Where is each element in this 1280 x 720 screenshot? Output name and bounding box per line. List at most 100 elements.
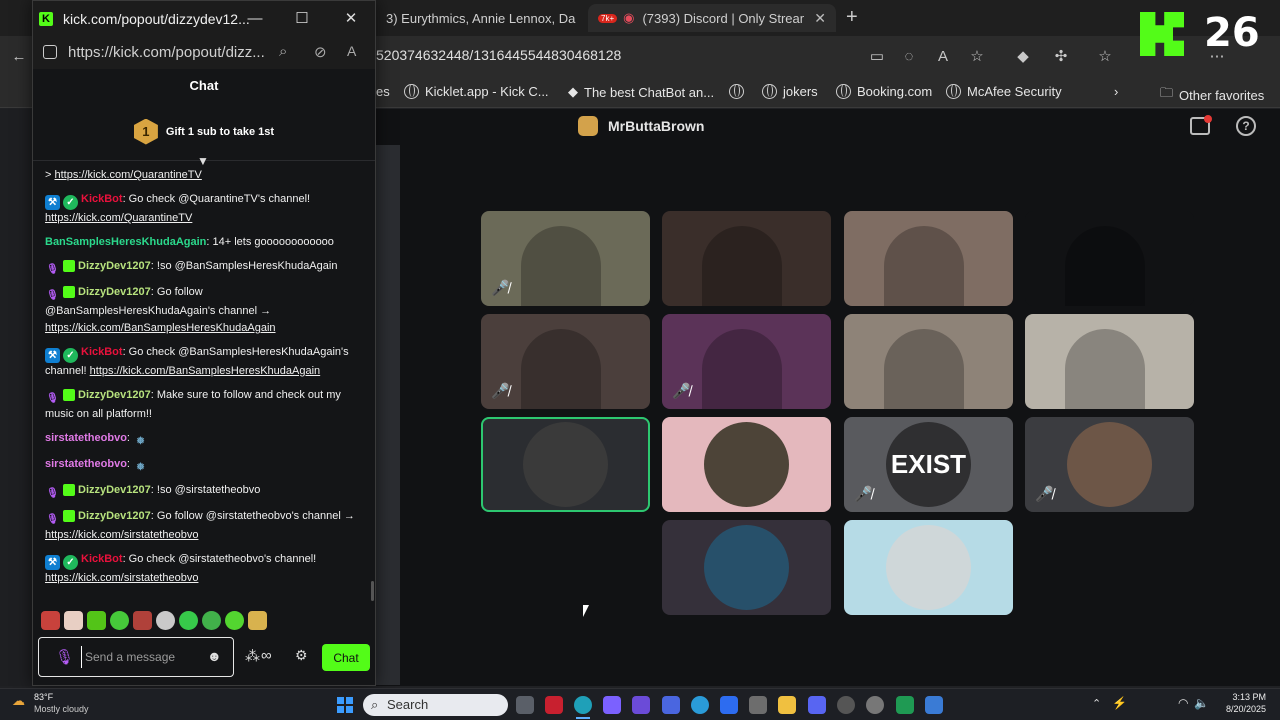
emote[interactable]: [225, 611, 244, 630]
zoom-app-icon[interactable]: [720, 696, 738, 714]
chat-link[interactable]: https://kick.com/QuarantineTV: [54, 169, 201, 181]
chat-username[interactable]: KickBot: [81, 193, 123, 205]
participant-tile[interactable]: 🎤̸: [481, 211, 650, 306]
chat-username[interactable]: KickBot: [81, 553, 123, 565]
favorite-star-icon[interactable]: ☆: [968, 48, 986, 66]
tracking-icon[interactable]: ◌: [900, 48, 918, 66]
emote[interactable]: [41, 611, 60, 630]
chat-link[interactable]: https://kick.com/BanSamplesHeresKhudaAga…: [45, 322, 276, 334]
chat-username[interactable]: DizzyDev1207: [78, 510, 151, 522]
bookmark-jokers[interactable]: jokers: [762, 84, 818, 99]
volume-icon[interactable]: 🔈: [1194, 696, 1209, 710]
participant-tile[interactable]: [1025, 211, 1194, 306]
address-url[interactable]: 520374632448/1316445544830468128: [376, 47, 621, 63]
participant-tile[interactable]: 🎤̸: [1025, 417, 1194, 512]
bookmark-globe[interactable]: [729, 84, 744, 99]
chat-username[interactable]: DizzyDev1207: [78, 389, 151, 401]
bookmark-es[interactable]: es: [376, 84, 390, 99]
app-icon[interactable]: [691, 696, 709, 714]
weather-icon[interactable]: ☁: [12, 693, 30, 708]
participant-tile[interactable]: 🎤̸: [481, 314, 650, 409]
infinity-icon[interactable]: ∞: [261, 647, 272, 664]
file-explorer-icon[interactable]: [778, 696, 796, 714]
taskbar-search[interactable]: ⌕ Search: [363, 694, 508, 716]
app-icon[interactable]: [632, 696, 650, 714]
app-icon[interactable]: [662, 696, 680, 714]
close-icon[interactable]: ✕: [814, 10, 826, 27]
network-icon[interactable]: ⚡: [1112, 696, 1127, 710]
chevron-right-icon[interactable]: ›: [1114, 84, 1118, 99]
participant-tile[interactable]: [662, 211, 831, 306]
zoom-icon[interactable]: ⌕: [279, 43, 287, 60]
edge-icon[interactable]: [574, 696, 592, 714]
participant-tile[interactable]: [481, 417, 650, 512]
read-aloud-icon[interactable]: A: [347, 43, 356, 59]
tab-eurythmics[interactable]: 3) Eurythmics, Annie Lennox, Da ✕: [376, 4, 582, 32]
tracking-prevention-icon[interactable]: ⊘: [314, 43, 327, 61]
chat-link[interactable]: https://kick.com/sirstatetheobvo: [45, 572, 198, 584]
help-icon[interactable]: ?: [1236, 116, 1256, 136]
emote[interactable]: [87, 611, 106, 630]
chat-scrollbar[interactable]: [371, 581, 374, 601]
tab-discord[interactable]: 7k+ ◉ (7393) Discord | Only Stream ✕: [588, 4, 836, 32]
participant-tile[interactable]: [844, 211, 1013, 306]
chat-username[interactable]: DizzyDev1207: [78, 484, 151, 496]
popout-url[interactable]: https://kick.com/popout/dizz...: [68, 44, 265, 61]
emoji-icon[interactable]: ☻: [207, 648, 222, 664]
bookmark-mcafee[interactable]: McAfee Security: [946, 84, 1062, 99]
read-aloud-icon[interactable]: A: [934, 48, 952, 66]
kick-points-icon[interactable]: ⁂: [245, 647, 260, 665]
weather-temp[interactable]: 83°F: [34, 692, 53, 702]
emote[interactable]: [156, 611, 175, 630]
participant-tile[interactable]: [662, 520, 831, 615]
chat-link[interactable]: https://kick.com/QuarantineTV: [45, 212, 192, 224]
chevron-up-icon[interactable]: ⌃: [1092, 697, 1101, 710]
emote[interactable]: [64, 611, 83, 630]
minimize-icon[interactable]: —: [245, 9, 265, 29]
settings-gear-icon[interactable]: ⚙: [295, 647, 308, 664]
clock-time[interactable]: 3:13 PM: [1226, 692, 1266, 702]
mcafee-icon[interactable]: [545, 696, 563, 714]
chat-username[interactable]: DizzyDev1207: [78, 286, 151, 298]
participant-tile[interactable]: EXIST 🎤̸: [844, 417, 1013, 512]
store-icon[interactable]: [749, 696, 767, 714]
camera-icon[interactable]: ▭: [868, 48, 886, 66]
close-icon[interactable]: ✕: [341, 9, 361, 29]
emote[interactable]: [179, 611, 198, 630]
participant-tile[interactable]: 🎤̸: [662, 314, 831, 409]
app-icon[interactable]: [896, 696, 914, 714]
send-chat-button[interactable]: Chat: [322, 644, 370, 671]
settings-icon[interactable]: [866, 696, 884, 714]
other-favorites[interactable]: 🗀 Other favorites: [1160, 84, 1264, 106]
emote[interactable]: [110, 611, 129, 630]
back-icon[interactable]: ←: [10, 48, 28, 66]
chat-username[interactable]: BanSamplesHeresKhudaAgain: [45, 236, 206, 248]
favorites-icon[interactable]: ☆: [1096, 48, 1114, 66]
emote[interactable]: [248, 611, 267, 630]
participant-tile[interactable]: [844, 314, 1013, 409]
app-icon[interactable]: [925, 696, 943, 714]
chat-input-box[interactable]: 🎙 ☻: [38, 637, 234, 677]
extension-diamond-icon[interactable]: ◆: [1014, 48, 1032, 66]
chat-username[interactable]: sirstatetheobvo: [45, 458, 127, 470]
task-view-icon[interactable]: [516, 696, 534, 714]
start-button[interactable]: [337, 697, 353, 713]
bookmark-chatbot[interactable]: ◆ The best ChatBot an...: [568, 84, 714, 100]
weather-desc[interactable]: Mostly cloudy: [34, 704, 89, 714]
media-player-icon[interactable]: [837, 696, 855, 714]
emote[interactable]: [202, 611, 221, 630]
participant-tile[interactable]: [1025, 314, 1194, 409]
chat-username[interactable]: sirstatetheobvo: [45, 432, 127, 444]
chat-username[interactable]: KickBot: [81, 346, 123, 358]
participant-tile[interactable]: [844, 520, 1013, 615]
message-input[interactable]: [81, 646, 201, 668]
maximize-icon[interactable]: ☐: [292, 9, 312, 29]
chat-link[interactable]: https://kick.com/BanSamplesHeresKhudaAga…: [90, 365, 321, 377]
chat-username[interactable]: DizzyDev1207: [78, 260, 151, 272]
wifi-icon[interactable]: ◠: [1178, 696, 1188, 710]
extensions-icon[interactable]: ✣: [1052, 48, 1070, 66]
copilot-icon[interactable]: [603, 696, 621, 714]
emote[interactable]: [133, 611, 152, 630]
gift-leaderboard[interactable]: 1 Gift 1 sub to take 1st: [33, 103, 375, 161]
scroll-down-icon[interactable]: ▼: [197, 155, 211, 167]
